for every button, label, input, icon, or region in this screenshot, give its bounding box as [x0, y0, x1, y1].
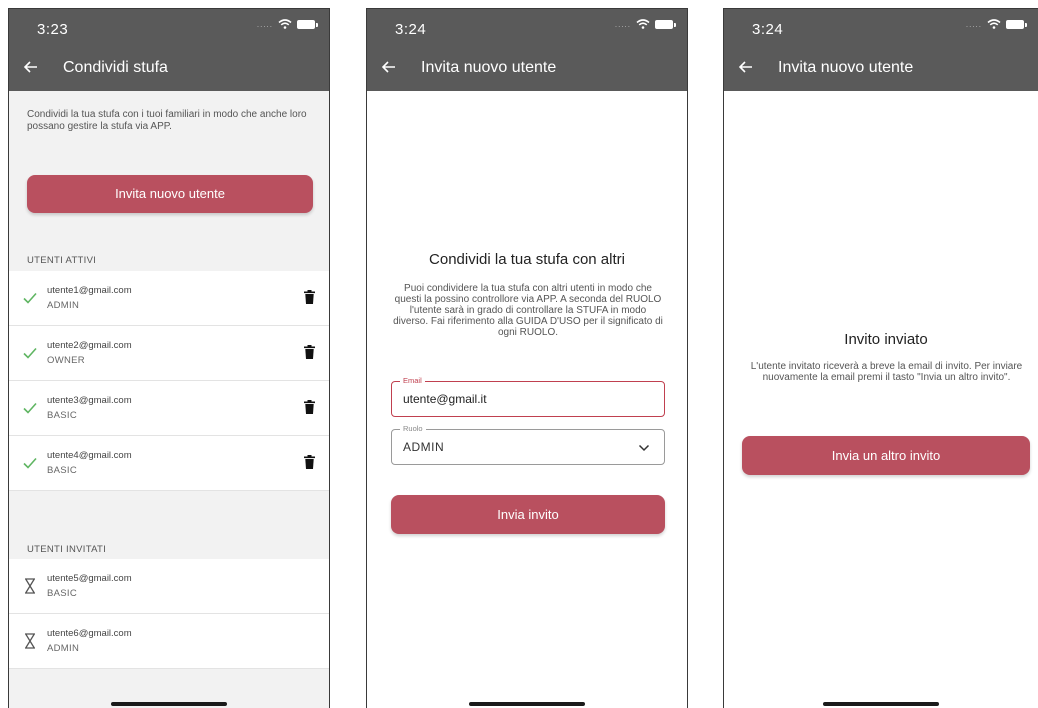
back-arrow-icon[interactable] [379, 57, 399, 77]
role-select[interactable]: Ruolo ADMIN [391, 424, 665, 465]
user-role: BASIC [47, 410, 78, 421]
user-email: utente1@gmail.com [47, 285, 132, 296]
wifi-icon [278, 19, 292, 29]
back-arrow-icon[interactable] [736, 57, 756, 77]
app-bar: 3:24 ..... Invita nuovo utente [367, 9, 687, 91]
active-user-row[interactable]: utente3@gmail.com BASIC [9, 381, 329, 436]
home-indicator[interactable] [469, 702, 585, 706]
battery-icon [297, 19, 318, 29]
active-user-row[interactable]: utente4@gmail.com BASIC [9, 436, 329, 491]
invite-new-user-button[interactable]: Invita nuovo utente [27, 175, 313, 213]
user-role: ADMIN [47, 643, 80, 654]
app-bar: 3:24 ..... Invita nuovo utente [724, 9, 1038, 91]
trash-icon[interactable] [304, 455, 315, 469]
invited-user-row[interactable]: utente6@gmail.com ADMIN [9, 614, 329, 669]
active-users-label: UTENTI ATTIVI [27, 255, 97, 266]
role-select-label: Ruolo [400, 424, 426, 433]
invite-sent-heading: Invito inviato [844, 331, 928, 348]
user-role: OWNER [47, 355, 85, 366]
active-user-row[interactable]: utente1@gmail.com ADMIN [9, 271, 329, 326]
chevron-down-icon [638, 444, 650, 452]
share-heading: Condividi la tua stufa con altri [429, 251, 625, 268]
user-role: BASIC [47, 588, 78, 599]
signal-icon: ..... [965, 19, 982, 29]
battery-icon [655, 19, 676, 29]
screen-share-stove: 3:23 ..... Condividi stufa Condividi la … [8, 8, 330, 708]
content: Condividi la tua stufa con altri Puoi co… [367, 91, 687, 708]
status-icons: ..... [256, 19, 318, 29]
check-icon [23, 292, 37, 304]
page-title: Condividi stufa [63, 59, 168, 76]
check-icon [23, 457, 37, 469]
active-user-row[interactable]: utente2@gmail.com OWNER [9, 326, 329, 381]
invited-users-label: UTENTI INVITATI [27, 544, 107, 555]
page-title: Invita nuovo utente [421, 59, 557, 76]
back-arrow-icon[interactable] [21, 57, 41, 77]
invited-user-row[interactable]: utente5@gmail.com BASIC [9, 559, 329, 614]
battery-icon [1006, 19, 1027, 29]
hourglass-icon [25, 633, 35, 649]
share-description: Puoi condividere la tua stufa con altri … [393, 283, 663, 338]
status-icons: ..... [965, 19, 1027, 29]
page-title: Invita nuovo utente [778, 59, 914, 76]
check-icon [23, 347, 37, 359]
trash-icon[interactable] [304, 290, 315, 304]
home-indicator[interactable] [823, 702, 939, 706]
content: Invito inviato L'utente invitato ricever… [724, 91, 1038, 708]
status-icons: ..... [614, 19, 676, 29]
role-select-value: ADMIN [403, 440, 445, 454]
app-bar: 3:23 ..... Condividi stufa [9, 9, 329, 91]
intro-text: Condividi la tua stufa con i tuoi famili… [27, 109, 307, 132]
trash-icon[interactable] [304, 345, 315, 359]
user-role: BASIC [47, 465, 78, 476]
screen-invite-form: 3:24 ..... Invita nuovo utente Condividi… [366, 8, 688, 708]
email-field[interactable]: Email utente@gmail.it [391, 376, 665, 417]
wifi-icon [636, 19, 650, 29]
trash-icon[interactable] [304, 400, 315, 414]
email-input-value[interactable]: utente@gmail.it [403, 392, 487, 406]
screen-invite-sent: 3:24 ..... Invita nuovo utente Invito in… [723, 8, 1038, 708]
user-email: utente5@gmail.com [47, 573, 132, 584]
status-time: 3:24 [395, 21, 427, 38]
user-role: ADMIN [47, 300, 80, 311]
content: Condividi la tua stufa con i tuoi famili… [9, 91, 329, 708]
invite-sent-description: L'utente invitato riceverà a breve la em… [750, 361, 1023, 383]
email-field-label: Email [400, 376, 425, 385]
user-email: utente6@gmail.com [47, 628, 132, 639]
user-email: utente4@gmail.com [47, 450, 132, 461]
check-icon [23, 402, 37, 414]
hourglass-icon [25, 578, 35, 594]
signal-icon: ..... [256, 19, 273, 29]
user-email: utente3@gmail.com [47, 395, 132, 406]
resend-invite-button[interactable]: Invia un altro invito [742, 436, 1030, 475]
send-invite-button[interactable]: Invia invito [391, 495, 665, 534]
status-time: 3:24 [752, 21, 784, 38]
status-time: 3:23 [37, 21, 69, 38]
user-email: utente2@gmail.com [47, 340, 132, 351]
wifi-icon [987, 19, 1001, 29]
home-indicator[interactable] [111, 702, 227, 706]
signal-icon: ..... [614, 19, 631, 29]
